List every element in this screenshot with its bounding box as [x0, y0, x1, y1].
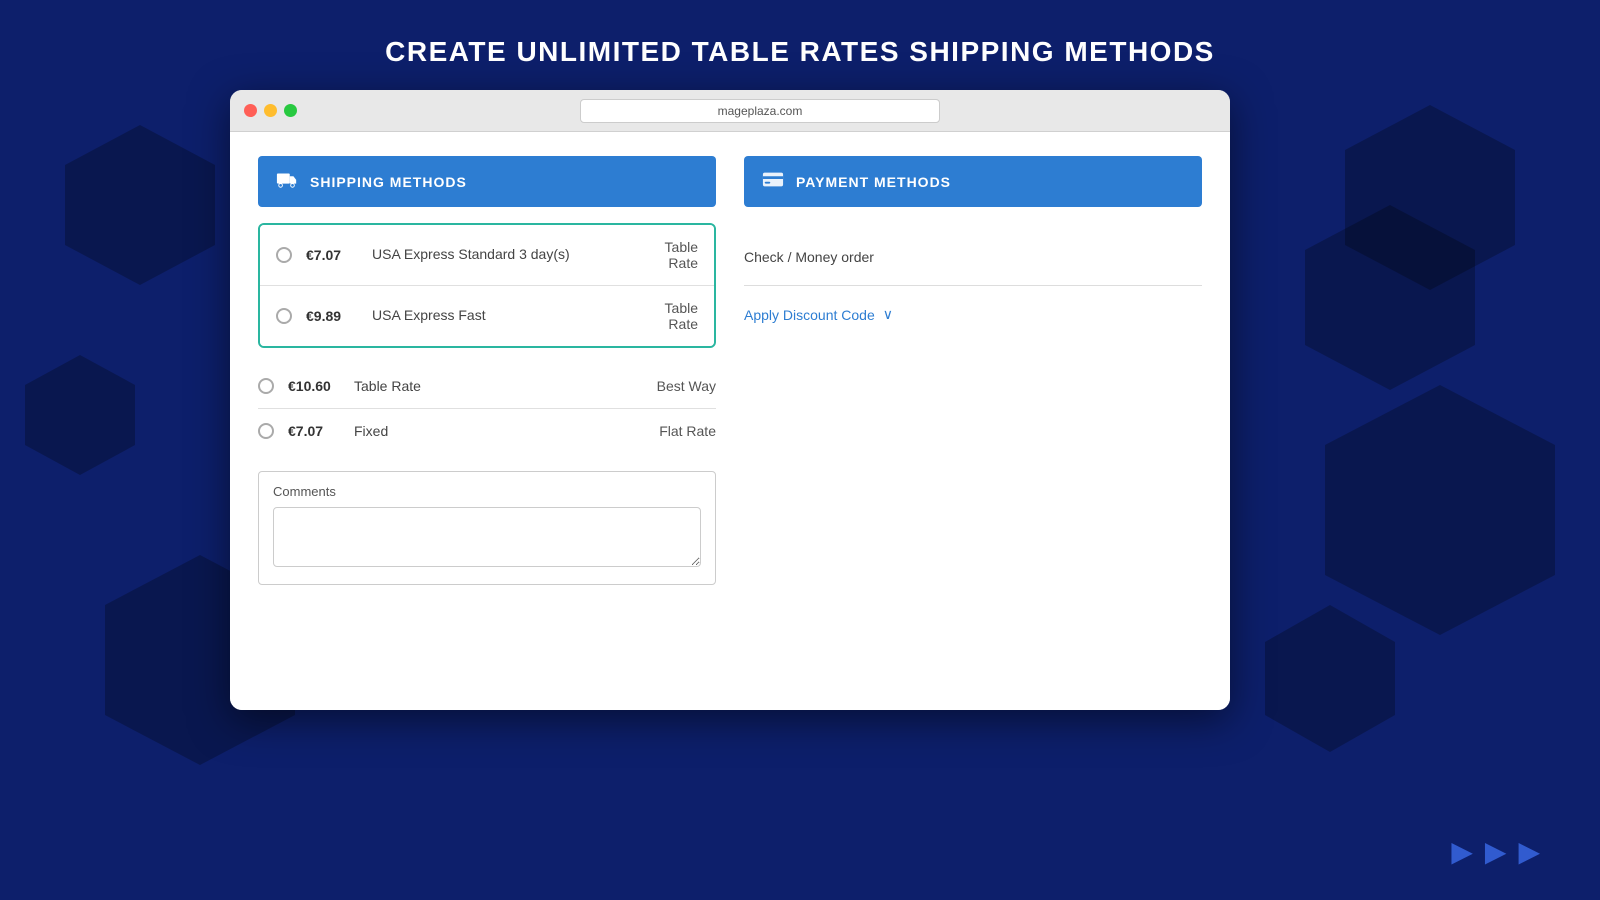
arrow-right-1: ▶: [1451, 835, 1473, 868]
shipping-price-1: €7.07: [306, 247, 358, 263]
shipping-price-3: €10.60: [288, 378, 340, 394]
shipping-price-2: €9.89: [306, 308, 358, 324]
two-columns: SHIPPING METHODS €7.07 USA Express Stand…: [258, 156, 1202, 585]
shipping-method-4: Flat Rate: [646, 423, 716, 439]
shipping-row-3[interactable]: €10.60 Table Rate Best Way: [258, 364, 716, 409]
shipping-column: SHIPPING METHODS €7.07 USA Express Stand…: [258, 156, 716, 585]
shipping-header: SHIPPING METHODS: [258, 156, 716, 207]
shipping-row-2[interactable]: €9.89 USA Express Fast Table Rate: [260, 286, 714, 346]
shipping-method-3: Best Way: [646, 378, 716, 394]
comments-label: Comments: [273, 484, 701, 499]
page-title: CREATE UNLIMITED TABLE RATES SHIPPING ME…: [0, 0, 1600, 68]
window-minimize-dot[interactable]: [264, 104, 277, 117]
truck-icon: [276, 170, 298, 193]
arrows-container: ▶ ▶ ▶: [1451, 835, 1540, 868]
shipping-radio-2[interactable]: [276, 308, 292, 324]
discount-row[interactable]: Apply Discount Code ∨: [744, 296, 1202, 333]
shipping-plain-rows: €10.60 Table Rate Best Way €7.07 Fixed F…: [258, 364, 716, 453]
shipping-row-4[interactable]: €7.07 Fixed Flat Rate: [258, 409, 716, 453]
payment-divider: [744, 285, 1202, 286]
shipping-name-3: Table Rate: [354, 378, 632, 394]
payment-option-check[interactable]: Check / Money order: [744, 239, 1202, 275]
arrow-right-2: ▶: [1485, 835, 1507, 868]
address-bar[interactable]: mageplaza.com: [580, 99, 940, 123]
shipping-radio-3[interactable]: [258, 378, 274, 394]
window-maximize-dot[interactable]: [284, 104, 297, 117]
payment-header: PAYMENT METHODS: [744, 156, 1202, 207]
browser-chrome: mageplaza.com: [230, 90, 1230, 132]
chevron-down-icon[interactable]: ∨: [883, 306, 893, 323]
payment-content: Check / Money order Apply Discount Code …: [744, 223, 1202, 349]
shipping-name-2: USA Express Fast: [372, 306, 624, 326]
apply-discount-link[interactable]: Apply Discount Code: [744, 307, 875, 323]
shipping-header-label: SHIPPING METHODS: [310, 174, 467, 190]
comments-section: Comments: [258, 471, 716, 585]
payment-header-label: PAYMENT METHODS: [796, 174, 951, 190]
shipping-method-2: Table Rate: [638, 300, 698, 332]
browser-content: SHIPPING METHODS €7.07 USA Express Stand…: [230, 132, 1230, 710]
shipping-name-1: USA Express Standard 3 day(s): [372, 245, 624, 265]
shipping-radio-4[interactable]: [258, 423, 274, 439]
credit-card-icon: [762, 170, 784, 193]
shipping-method-1: Table Rate: [638, 239, 698, 271]
shipping-radio-1[interactable]: [276, 247, 292, 263]
check-money-label: Check / Money order: [744, 249, 874, 265]
shipping-price-4: €7.07: [288, 423, 340, 439]
window-close-dot[interactable]: [244, 104, 257, 117]
shipping-highlighted-table: €7.07 USA Express Standard 3 day(s) Tabl…: [258, 223, 716, 348]
shipping-name-4: Fixed: [354, 423, 632, 439]
payment-column: PAYMENT METHODS Check / Money order Appl…: [744, 156, 1202, 585]
browser-window: mageplaza.com SHIPPING M: [230, 90, 1230, 710]
shipping-row-1[interactable]: €7.07 USA Express Standard 3 day(s) Tabl…: [260, 225, 714, 286]
arrow-right-3: ▶: [1518, 835, 1540, 868]
comments-textarea[interactable]: [273, 507, 701, 567]
